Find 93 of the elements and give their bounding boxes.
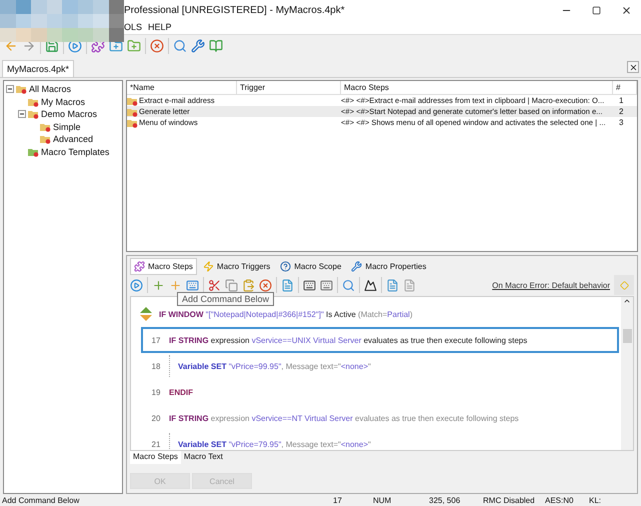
- column-header[interactable]: Macro Steps: [341, 81, 613, 94]
- folder-icon: [40, 134, 51, 144]
- keyboard-icon[interactable]: [320, 278, 333, 292]
- page-icon[interactable]: [403, 278, 416, 292]
- keyboard-icon[interactable]: [186, 278, 199, 292]
- step-row[interactable]: 18 Variable SET "vPrice=99.95", Message text="<none>": [141, 353, 619, 379]
- play-icon[interactable]: [130, 278, 143, 292]
- paste-icon[interactable]: [242, 278, 255, 292]
- line-number: 18: [150, 362, 162, 370]
- folder-icon: [28, 96, 39, 107]
- window-title: Professional [UNREGISTERED] - MyMacros.4pk*: [124, 4, 346, 16]
- scroll-up-icon[interactable]: [623, 297, 631, 305]
- step-text: IF WINDOW "["Notepad|Notepad|#366|#152"]" Is Active (Match=Partial): [159, 310, 413, 318]
- search-icon[interactable]: [173, 38, 187, 52]
- add-below-icon[interactable]: [169, 278, 182, 292]
- add-above-icon[interactable]: [152, 278, 165, 292]
- step-text: Variable SET "vPrice=99.95", Message text="<none>": [178, 362, 371, 370]
- editor-tab[interactable]: Macro Triggers: [198, 258, 274, 274]
- menu-item[interactable]: HELP: [148, 22, 172, 32]
- mountain-icon[interactable]: [364, 278, 377, 292]
- wrench-icon[interactable]: [191, 38, 205, 52]
- delete-icon[interactable]: [150, 38, 164, 52]
- folder-icon: [16, 84, 27, 94]
- close-icon: [628, 62, 638, 72]
- step-text: IF STRING expression vService==UNIX Virtual Server evaluates as true then execute following steps: [169, 336, 528, 344]
- tree-item[interactable]: Advanced: [53, 134, 94, 144]
- folder-icon: [127, 106, 138, 116]
- tree-item[interactable]: All Macros: [29, 84, 72, 94]
- column-header[interactable]: *Name: [127, 81, 237, 94]
- error-behavior-link[interactable]: On Macro Error: Default behavior: [492, 280, 610, 290]
- status-text: KL:: [589, 496, 602, 504]
- document-tab[interactable]: MyMacros.4pk*: [2, 60, 74, 77]
- step-row[interactable]: 17 IF STRING expression vService==UNIX Virtual Server evaluates as true then execute following steps: [141, 327, 619, 353]
- line-number: 17: [150, 336, 162, 344]
- table-cell-text: 1: [618, 96, 624, 105]
- book-icon[interactable]: [209, 38, 223, 52]
- status-text: NUM: [373, 496, 392, 504]
- tooltip: Add Command Below: [177, 292, 274, 306]
- close-document-button[interactable]: [627, 61, 639, 73]
- status-text: Add Command Below: [1, 496, 80, 504]
- table-cell-text: 3: [618, 118, 624, 127]
- editor-tab[interactable]: Macro Properties: [347, 258, 430, 274]
- close-icon[interactable]: [620, 4, 632, 16]
- step-row[interactable]: 20 IF STRING expression vService==NT Virtual Server evaluates as true then execute following steps: [141, 405, 619, 431]
- editor-tab[interactable]: Macro Scope: [276, 258, 346, 274]
- bolt-icon: [202, 260, 214, 272]
- step-text: ENDIF: [169, 388, 193, 396]
- delete-icon[interactable]: [259, 278, 272, 292]
- cut-icon[interactable]: [208, 278, 221, 292]
- scrollbar[interactable]: [621, 297, 633, 450]
- status-text: 325, 506: [429, 496, 462, 504]
- tree-item[interactable]: Demo Macros: [41, 109, 98, 120]
- table-cell-text: 2: [618, 107, 624, 116]
- menu-item[interactable]: OLS: [124, 22, 142, 32]
- template-icon: [28, 146, 39, 157]
- status-text: RMC Disabled: [483, 496, 536, 504]
- editor-tab[interactable]: Macro Steps: [130, 258, 197, 274]
- wrench-icon: [351, 260, 362, 272]
- add-step-icon: [139, 306, 153, 322]
- folder-icon: [127, 118, 138, 128]
- copy-icon[interactable]: [225, 278, 238, 292]
- maximize-icon[interactable]: [592, 6, 600, 14]
- document-icon[interactable]: [281, 278, 294, 292]
- search-icon[interactable]: [342, 278, 355, 292]
- column-header[interactable]: #: [613, 81, 637, 94]
- line-number: 19: [150, 388, 162, 396]
- view-tab[interactable]: Macro Text: [180, 451, 226, 464]
- folder-icon: [127, 96, 138, 106]
- step-text: Variable SET "vPrice=79.95", Message text="<none>": [178, 440, 371, 448]
- help-icon: [280, 260, 292, 272]
- tree-item[interactable]: Macro Templates: [41, 146, 110, 157]
- view-tab[interactable]: Macro Steps: [130, 451, 181, 464]
- puzzle-icon: [134, 260, 145, 272]
- notes-icon[interactable]: [386, 278, 399, 292]
- scroll-thumb[interactable]: [622, 329, 632, 343]
- minus-icon: [7, 86, 13, 92]
- keyboard-icon[interactable]: [303, 278, 316, 292]
- collapse-toggle[interactable]: [18, 110, 26, 118]
- tree-item[interactable]: My Macros: [41, 96, 86, 107]
- folder-icon: [28, 109, 39, 120]
- step-row[interactable]: 19 ENDIF: [141, 379, 619, 405]
- status-text: 17: [333, 496, 343, 504]
- column-header[interactable]: Trigger: [237, 81, 341, 94]
- add-macro-icon[interactable]: [127, 38, 141, 52]
- status-text: AES:N0: [545, 496, 574, 504]
- minus-icon: [19, 111, 25, 118]
- folder-icon: [40, 122, 51, 132]
- collapse-toggle[interactable]: [6, 85, 14, 94]
- line-number: 21: [150, 440, 162, 448]
- step-text: IF STRING expression vService==NT Virtual Server evaluates as true then execute following steps: [169, 414, 519, 422]
- diamond-icon: [620, 280, 628, 290]
- tree-item[interactable]: Simple: [53, 122, 81, 132]
- line-number: 20: [150, 414, 162, 422]
